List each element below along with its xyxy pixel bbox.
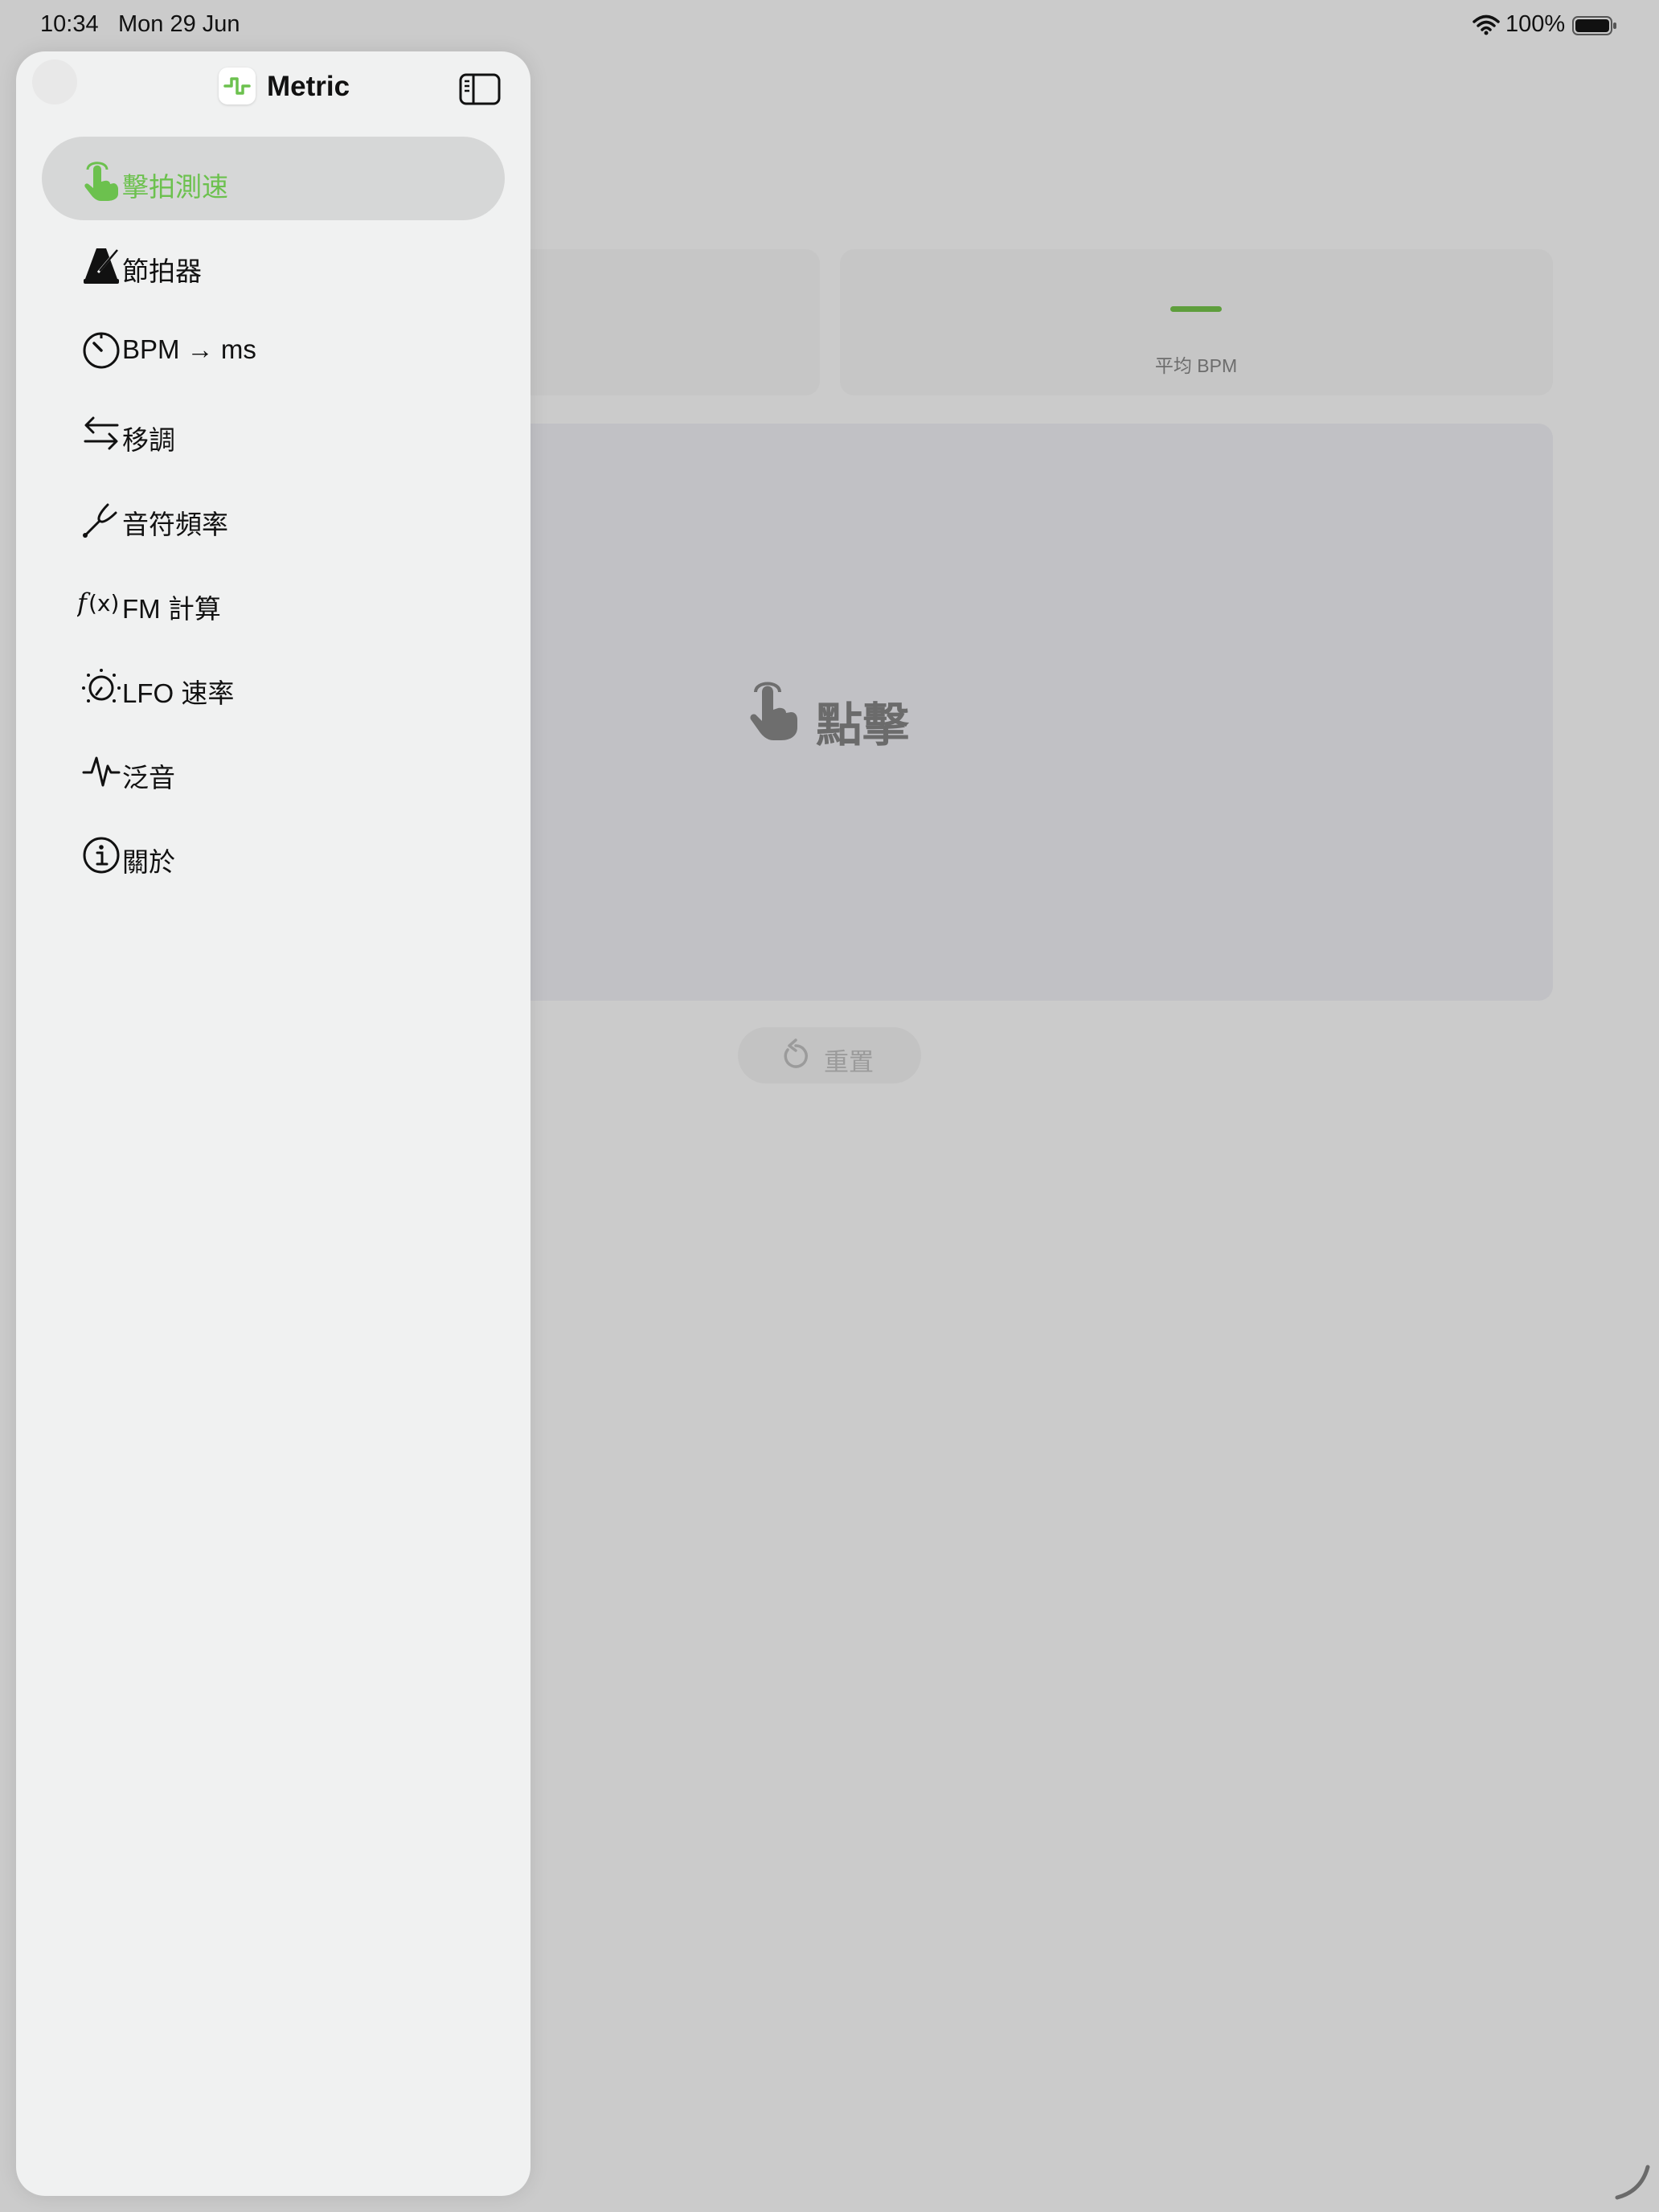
reset-button-label: 重置 [824,1048,874,1076]
tap-area[interactable] [378,424,1553,1001]
status-bar: 10:34 Mon 29 Jun 100% [0,0,1659,51]
sidebar-item-lfo-rate[interactable]: LFO 速率 [42,645,521,729]
sidebar-header: Metric [16,51,530,125]
sidebar-item-fm-calc[interactable]: f (x) FM 計算 [42,560,521,645]
reset-icon [784,1038,808,1068]
info-icon [83,837,120,874]
timer-icon [83,332,120,369]
sidebar-ghost-button [32,59,77,104]
sidebar-item-label: LFO 速率 [122,678,235,708]
status-time: 10:34 [40,11,99,37]
wifi-icon [1473,14,1500,35]
sidebar: Metric 擊拍測速 節拍器 BPM → ms 移調 音符頻率 f (x) F… [16,51,530,2196]
average-bpm-label: 平均 BPM [1154,355,1238,376]
tuning-fork-icon [83,503,117,538]
sidebar-item-label: 泛音 [122,763,175,793]
sidebar-item-harmonics[interactable]: 泛音 [42,729,521,813]
transpose-arrows-icon [84,416,119,450]
sidebar-item-label: 移調 [122,425,175,455]
tap-hand-icon [750,682,797,740]
average-bpm-value [1170,306,1222,312]
tap-area-label: 點擊 [816,699,910,752]
battery-percentage: 100% [1505,11,1566,37]
sidebar-item-transpose[interactable]: 移調 [42,391,521,476]
metric-logo-icon [219,68,256,104]
sidebar-item-label: 節拍器 [122,256,202,286]
sidebar-toggle-icon[interactable] [459,72,501,106]
sidebar-item-label: BPM → ms [122,334,256,364]
sidebar-nav: 擊拍測速 節拍器 BPM → ms 移調 音符頻率 f (x) FM 計算 LF… [42,137,521,898]
sidebar-item-note-frequency[interactable]: 音符頻率 [42,476,521,560]
app-title: Metric [267,71,350,102]
metronome-icon [84,248,119,284]
function-icon: f (x) [77,588,119,618]
waveform-icon [82,756,121,787]
sidebar-item-label: 音符頻率 [122,510,228,539]
svg-text:(x): (x) [88,590,119,616]
sidebar-item-metronome[interactable]: 節拍器 [42,223,521,307]
sidebar-item-label: 關於 [122,847,175,877]
sidebar-item-about[interactable]: 關於 [42,813,521,898]
resize-corner-icon [1615,2165,1650,2200]
battery-icon [1572,16,1616,35]
sidebar-item-label: 擊拍測速 [122,172,228,202]
lfo-dial-icon [82,669,121,703]
status-date: Mon 29 Jun [118,11,240,37]
sidebar-item-label: FM 計算 [122,594,221,624]
sidebar-item-tap-tempo[interactable]: 擊拍測速 [42,137,521,223]
tap-hand-icon [84,162,118,201]
sidebar-item-bpm-ms[interactable]: BPM → ms [42,307,521,391]
